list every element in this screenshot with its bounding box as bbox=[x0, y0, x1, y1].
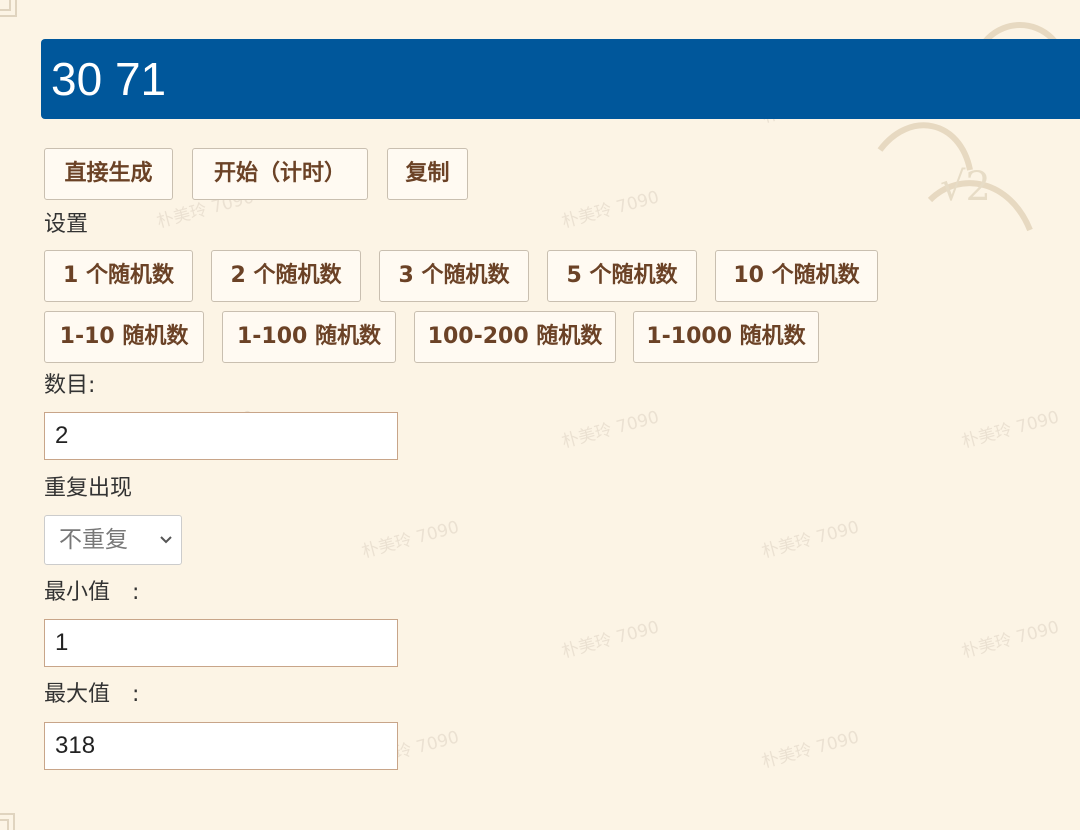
count-label: 数目: bbox=[44, 373, 96, 398]
watermark: 朴美玲 7090 bbox=[559, 187, 662, 233]
watermark: 朴美玲 7090 bbox=[559, 407, 662, 453]
preset-5-random-button[interactable]: 5 个随机数 bbox=[547, 250, 697, 302]
preset-10-random-button[interactable]: 10 个随机数 bbox=[715, 250, 878, 302]
min-value-field[interactable]: 1 bbox=[44, 619, 398, 667]
preset-range-1-100-button[interactable]: 1-100 随机数 bbox=[222, 311, 396, 363]
generate-button[interactable]: 直接生成 bbox=[44, 148, 173, 200]
preset-range-100-200-button[interactable]: 100-200 随机数 bbox=[414, 311, 616, 363]
watermark: 朴美玲 7090 bbox=[759, 727, 862, 773]
count-field[interactable]: 2 bbox=[44, 412, 398, 460]
corner-pattern bbox=[0, 0, 17, 17]
copy-button[interactable]: 复制 bbox=[387, 148, 468, 200]
result-display: 30 71 bbox=[41, 39, 1080, 119]
settings-heading: 设置 bbox=[44, 212, 89, 237]
chevron-down-icon bbox=[160, 536, 172, 544]
svg-text:√2: √2 bbox=[940, 164, 991, 210]
max-label: 最大值 : bbox=[44, 682, 140, 707]
preset-1-random-button[interactable]: 1 个随机数 bbox=[44, 250, 193, 302]
max-value-field[interactable]: 318 bbox=[44, 722, 398, 770]
preset-range-1-10-button[interactable]: 1-10 随机数 bbox=[44, 311, 204, 363]
watermark: 朴美玲 7090 bbox=[959, 617, 1062, 663]
watermark: 朴美玲 7090 bbox=[759, 517, 862, 563]
watermark: 朴美玲 7090 bbox=[959, 407, 1062, 453]
start-timed-button[interactable]: 开始（计时） bbox=[192, 148, 368, 200]
preset-range-1-1000-button[interactable]: 1-1000 随机数 bbox=[633, 311, 819, 363]
corner-pattern bbox=[0, 813, 15, 830]
repeat-select-value: 不重复 bbox=[59, 527, 128, 553]
watermark: 朴美玲 7090 bbox=[359, 517, 462, 563]
preset-2-random-button[interactable]: 2 个随机数 bbox=[211, 250, 361, 302]
min-label: 最小值 : bbox=[44, 580, 140, 605]
watermark: 朴美玲 7090 bbox=[559, 617, 662, 663]
repeat-label: 重复出现 bbox=[44, 476, 133, 501]
repeat-select[interactable]: 不重复 bbox=[44, 515, 182, 565]
preset-3-random-button[interactable]: 3 个随机数 bbox=[379, 250, 529, 302]
